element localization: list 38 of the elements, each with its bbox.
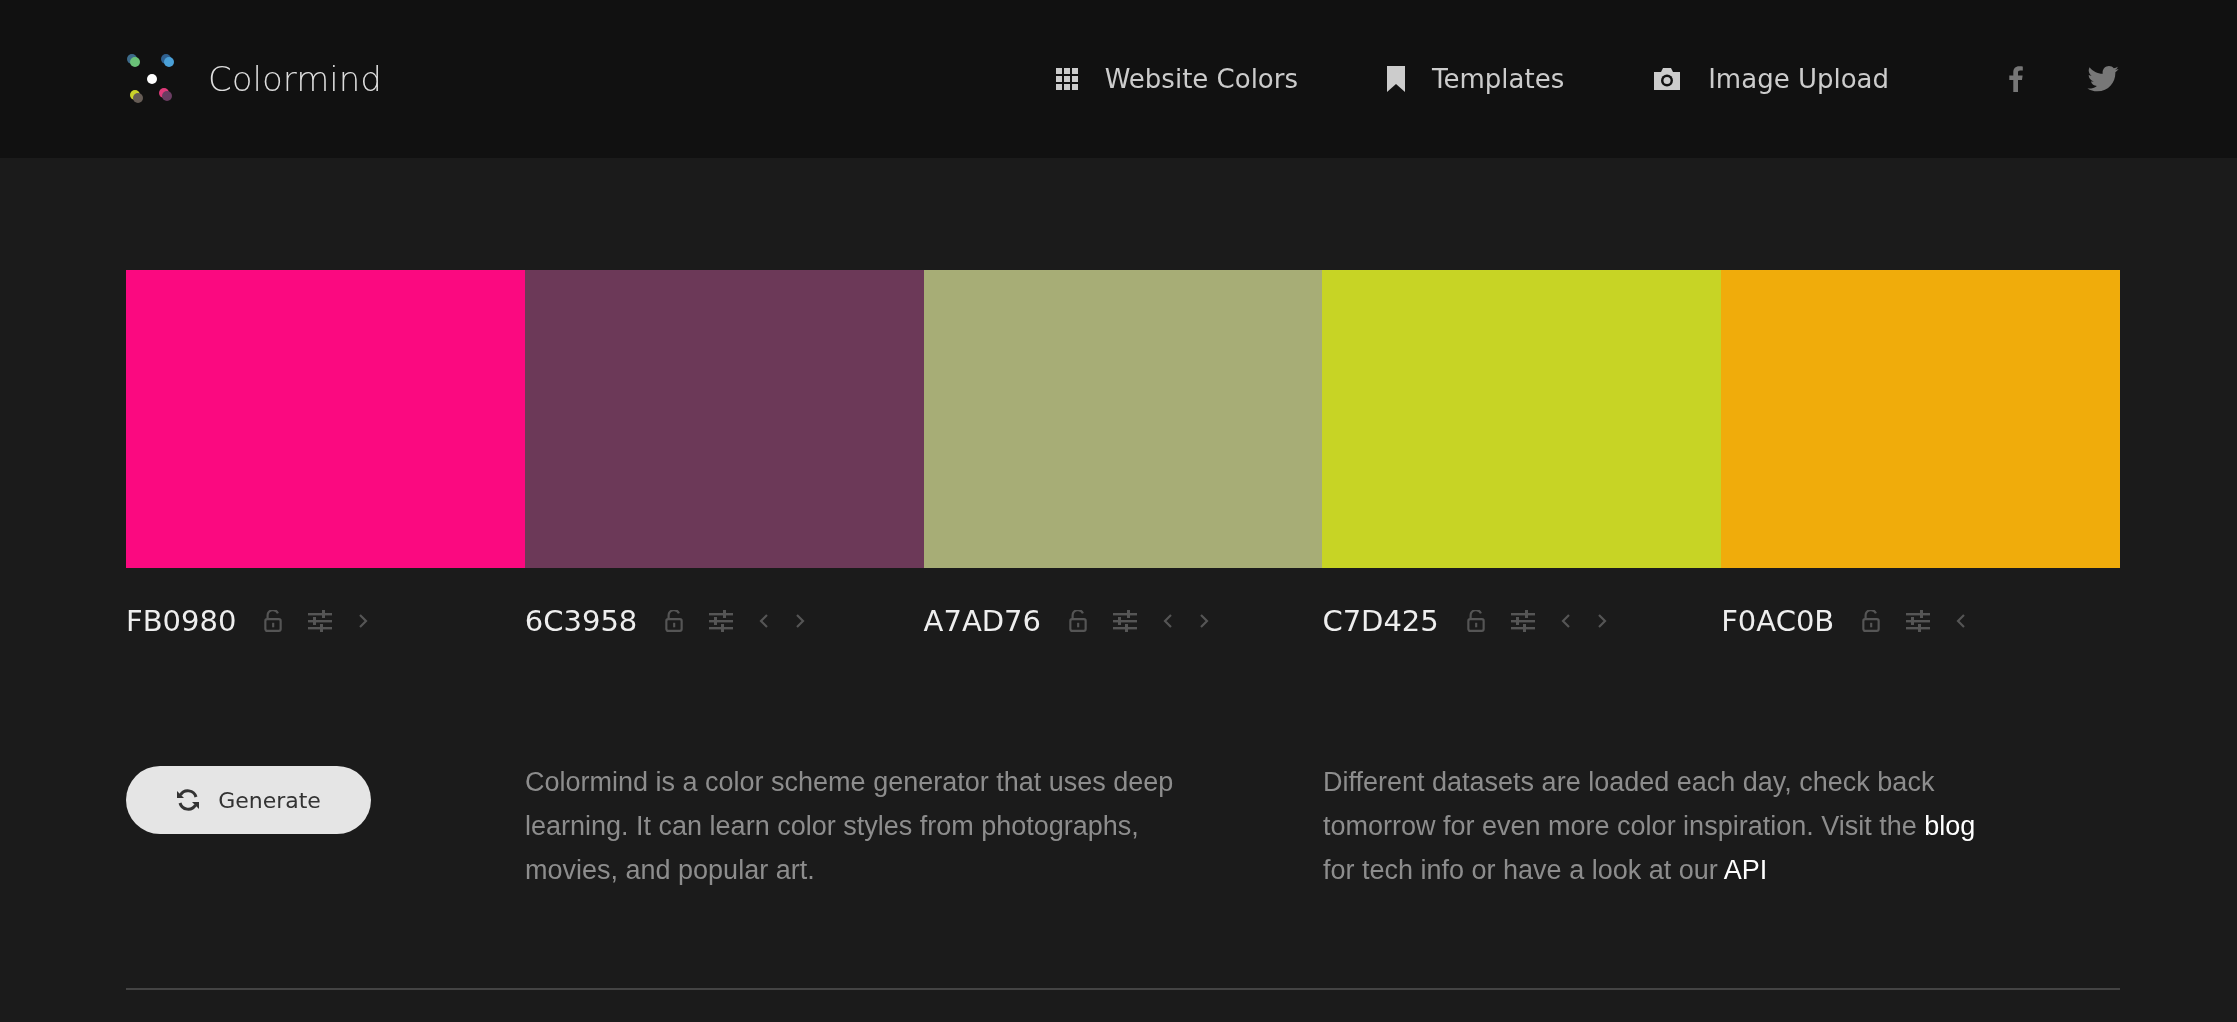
sliders-icon[interactable] — [1906, 610, 1931, 632]
lock-icon[interactable] — [665, 610, 684, 632]
chevron-left-icon[interactable] — [1162, 613, 1173, 629]
refresh-icon — [176, 788, 201, 812]
camera-icon — [1652, 67, 1683, 91]
hex-code[interactable]: A7AD76 — [923, 604, 1041, 638]
bookmark-icon — [1386, 66, 1406, 92]
chevron-right-icon[interactable] — [1198, 613, 1209, 629]
hex-code[interactable]: FB0980 — [126, 604, 237, 638]
sliders-icon[interactable] — [1112, 610, 1137, 632]
chevron-right-icon[interactable] — [358, 613, 369, 629]
sliders-icon[interactable] — [709, 610, 734, 632]
chevron-left-icon[interactable] — [759, 613, 770, 629]
chevron-right-icon[interactable] — [795, 613, 806, 629]
description-text: Colormind is a color scheme generator that uses deep learning. It can learn color styles from photographs, movies, and popular art. — [525, 766, 1175, 887]
sliders-icon[interactable] — [308, 610, 333, 632]
lock-icon[interactable] — [264, 610, 283, 632]
generate-button[interactable]: Generate — [126, 766, 371, 834]
facebook-icon[interactable] — [2009, 66, 2023, 92]
chevron-left-icon[interactable] — [1956, 613, 1967, 629]
nav-link[interactable]: Templates — [1386, 64, 1565, 94]
nav-link[interactable]: Image Upload — [1652, 64, 1889, 94]
text-link[interactable]: blog — [1924, 811, 1976, 841]
lock-icon[interactable] — [1068, 610, 1087, 632]
hex-code[interactable]: F0AC0B — [1721, 604, 1835, 638]
info-text: Different datasets are loaded each day, check back tomorrow for even more color inspiration. Visit the blog for tech info or have a look at our API — [1323, 766, 1977, 887]
sliders-icon[interactable] — [1510, 610, 1535, 632]
text-link[interactable]: API — [1723, 855, 1768, 885]
lock-icon[interactable] — [1466, 610, 1485, 632]
grid-icon — [1054, 67, 1079, 91]
nav-link[interactable]: Website Colors — [1054, 64, 1298, 94]
hex-code[interactable]: 6C3958 — [524, 604, 638, 638]
twitter-icon[interactable] — [2087, 66, 2119, 92]
lock-icon[interactable] — [1862, 610, 1881, 632]
hex-code[interactable]: C7D425 — [1322, 604, 1439, 638]
brand-name[interactable]: Colormind — [208, 59, 382, 99]
chevron-left-icon[interactable] — [1560, 613, 1571, 629]
chevron-right-icon[interactable] — [1596, 613, 1607, 629]
